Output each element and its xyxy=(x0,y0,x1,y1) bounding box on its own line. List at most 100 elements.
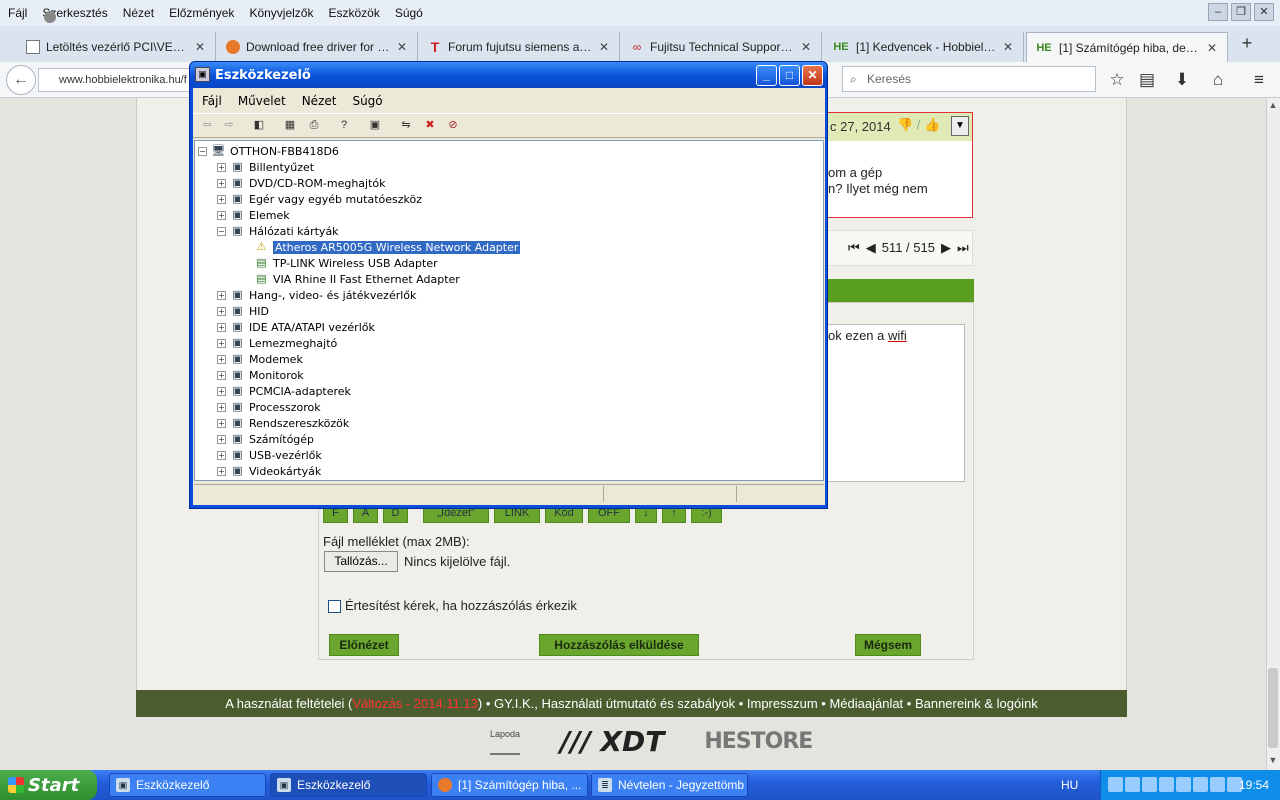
uninstall-icon[interactable]: ✖ xyxy=(421,117,439,133)
menu-file[interactable]: Fájl xyxy=(8,6,27,20)
expand-icon[interactable]: + xyxy=(217,210,226,220)
expand-icon[interactable]: + xyxy=(217,434,226,444)
cancel-button[interactable]: Mégsem xyxy=(855,634,921,656)
submit-button[interactable]: Hozzászólás elküldése xyxy=(539,634,699,656)
tree-category[interactable]: + ▣ Számítógép xyxy=(217,431,314,447)
taskbar-item[interactable]: ≣ Névtelen - Jegyzettömb xyxy=(591,773,748,797)
browser-tab[interactable]: ∞ Fujitsu Technical Support pa... ✕ xyxy=(622,32,822,62)
tree-category[interactable]: + ▣ Rendszereszközök xyxy=(217,415,349,431)
taskbar-item[interactable]: [1] Számítógép hiba, ... xyxy=(431,773,588,797)
expand-icon[interactable]: + xyxy=(217,306,226,316)
tree-category[interactable]: + ▣ Elemek xyxy=(217,207,290,223)
tray-app-icon[interactable] xyxy=(1108,777,1123,792)
home-icon[interactable]: ⌂ xyxy=(1207,69,1229,91)
hestore-logo[interactable]: HESTORE xyxy=(704,729,813,754)
lapoda-logo[interactable]: Lapoda xyxy=(490,729,520,755)
expand-icon[interactable]: + xyxy=(217,402,226,412)
wireless-icon[interactable] xyxy=(1142,777,1157,792)
clock[interactable]: 19:54 xyxy=(1239,778,1269,792)
tray-app-icon[interactable] xyxy=(1193,777,1208,792)
shield-icon[interactable] xyxy=(1176,777,1191,792)
tree-category[interactable]: + ▣ Billentyűzet xyxy=(217,159,314,175)
update-driver-icon[interactable]: ⇋ xyxy=(397,117,415,133)
download-icon[interactable]: ⬇ xyxy=(1171,69,1193,91)
disable-icon[interactable]: ⊘ xyxy=(444,117,462,133)
close-button[interactable]: ✕ xyxy=(1254,3,1274,21)
help-icon[interactable]: ? xyxy=(335,117,353,133)
close-tab-icon[interactable]: ✕ xyxy=(195,40,205,54)
taskbar-item-active[interactable]: ▣ Eszközkezelő xyxy=(270,773,427,797)
tree-category[interactable]: + ▣ Hang-, video- és játékvezérlők xyxy=(217,287,416,303)
expand-icon[interactable]: + xyxy=(217,418,226,428)
collapse-icon[interactable]: − xyxy=(198,146,207,156)
close-tab-icon[interactable]: ✕ xyxy=(1003,40,1013,54)
back-arrow-icon[interactable]: ← xyxy=(6,65,36,95)
menu-tools[interactable]: Eszközök xyxy=(328,6,379,20)
chevron-down-icon[interactable]: ▼ xyxy=(951,116,969,136)
expand-icon[interactable]: + xyxy=(217,338,226,348)
browser-tab[interactable]: Download free driver for no... ✕ xyxy=(218,32,418,62)
volume-icon[interactable] xyxy=(1159,777,1174,792)
device-tree[interactable]: − 🖥 OTTHON-FBB418D6 + ▣ Billentyűzet + ▣ DVD/CD-… xyxy=(194,140,824,481)
tree-category[interactable]: + ▣ PCMCIA-adapterek xyxy=(217,383,351,399)
last-page-icon[interactable]: ⏭ xyxy=(957,240,969,256)
expand-icon[interactable]: + xyxy=(217,194,226,204)
expand-icon[interactable]: + xyxy=(217,386,226,396)
tree-category[interactable]: + ▣ Processzorok xyxy=(217,399,321,415)
tree-category[interactable]: + ▣ Egér vagy egyéb mutatóeszköz xyxy=(217,191,422,207)
tree-category[interactable]: + ▣ Monitorok xyxy=(217,367,304,383)
menu-view[interactable]: Nézet xyxy=(302,94,337,108)
tree-category[interactable]: + ▣ IDE ATA/ATAPI vezérlők xyxy=(217,319,375,335)
star-icon[interactable]: ☆ xyxy=(1106,69,1128,91)
browser-tab[interactable]: Letöltés vezérlő PCI\VEN_1... ✕ xyxy=(18,32,216,62)
menu-history[interactable]: Előzmények xyxy=(169,6,234,20)
close-tab-icon[interactable]: ✕ xyxy=(397,40,407,54)
menu-file[interactable]: Fájl xyxy=(202,94,222,108)
maximize-button[interactable]: □ xyxy=(779,65,800,86)
tree-category[interactable]: + ▣ HID xyxy=(217,303,269,319)
scan-hardware-icon[interactable]: ▣ xyxy=(366,117,384,133)
browser-tab[interactable]: T Forum fujutsu siemens amilo... ✕ xyxy=(420,32,620,62)
tree-item[interactable]: ▤ TP-LINK Wireless USB Adapter xyxy=(241,255,437,271)
expand-icon[interactable]: + xyxy=(217,162,226,172)
properties-icon[interactable]: ▦ xyxy=(281,117,299,133)
minimize-button[interactable]: – xyxy=(1208,3,1228,21)
network-icon[interactable] xyxy=(1125,777,1140,792)
back-icon[interactable]: ⇦ xyxy=(198,117,216,133)
url-bar[interactable]: www.hobbielektronika.hu/f xyxy=(38,68,198,92)
tree-category[interactable]: + ▣ USB-vezérlők xyxy=(217,447,322,463)
expand-icon[interactable]: + xyxy=(217,354,226,364)
footer-change-link[interactable]: Változás - 2014.11.13 xyxy=(352,696,478,711)
expand-icon[interactable]: + xyxy=(217,322,226,332)
close-tab-icon[interactable]: ✕ xyxy=(801,40,811,54)
notify-checkbox[interactable] xyxy=(328,600,341,613)
footer-links[interactable]: ) • GY.I.K., Használati útmutató és szab… xyxy=(478,696,1038,711)
expand-icon[interactable]: + xyxy=(217,466,226,476)
tree-category[interactable]: + ▣ Modemek xyxy=(217,351,303,367)
tree-category[interactable]: + ▣ Videokártyák xyxy=(217,463,321,479)
expand-icon[interactable]: + xyxy=(217,370,226,380)
menu-view[interactable]: Nézet xyxy=(123,6,154,20)
tray-app-icon[interactable] xyxy=(1210,777,1225,792)
tree-category[interactable]: + ▣ DVD/CD-ROM-meghajtók xyxy=(217,175,386,191)
reply-textarea[interactable] xyxy=(823,324,965,482)
menu-help[interactable]: Súgó xyxy=(395,6,423,20)
tree-item-selected[interactable]: ⚠ Atheros AR5005G Wireless Network Adapte… xyxy=(241,239,522,255)
xdt-logo[interactable]: /// XDT xyxy=(560,725,664,758)
tree-root[interactable]: − 🖥 OTTHON-FBB418D6 xyxy=(198,143,339,159)
expand-icon[interactable]: + xyxy=(217,450,226,460)
browse-button[interactable]: Tallózás... xyxy=(324,551,398,572)
next-page-icon[interactable]: ▶ xyxy=(941,240,951,256)
expand-icon[interactable]: + xyxy=(217,290,226,300)
thumbs-icon[interactable]: 👎 / 👍 xyxy=(897,117,940,133)
taskbar-item[interactable]: ▣ Eszközkezelő xyxy=(109,773,266,797)
hamburger-icon[interactable]: ≡ xyxy=(1248,69,1270,91)
close-tab-icon[interactable]: ✕ xyxy=(1207,41,1217,55)
new-tab-icon[interactable]: + xyxy=(1236,32,1258,54)
restore-button[interactable]: ❐ xyxy=(1231,3,1251,21)
forward-icon[interactable]: ⇨ xyxy=(220,117,238,133)
tree-category[interactable]: − ▣ Hálózati kártyák xyxy=(217,223,339,239)
language-indicator[interactable]: HU xyxy=(1061,778,1078,792)
scroll-down-icon[interactable]: ▼ xyxy=(1266,755,1280,769)
scrollbar-thumb[interactable] xyxy=(1268,668,1278,748)
